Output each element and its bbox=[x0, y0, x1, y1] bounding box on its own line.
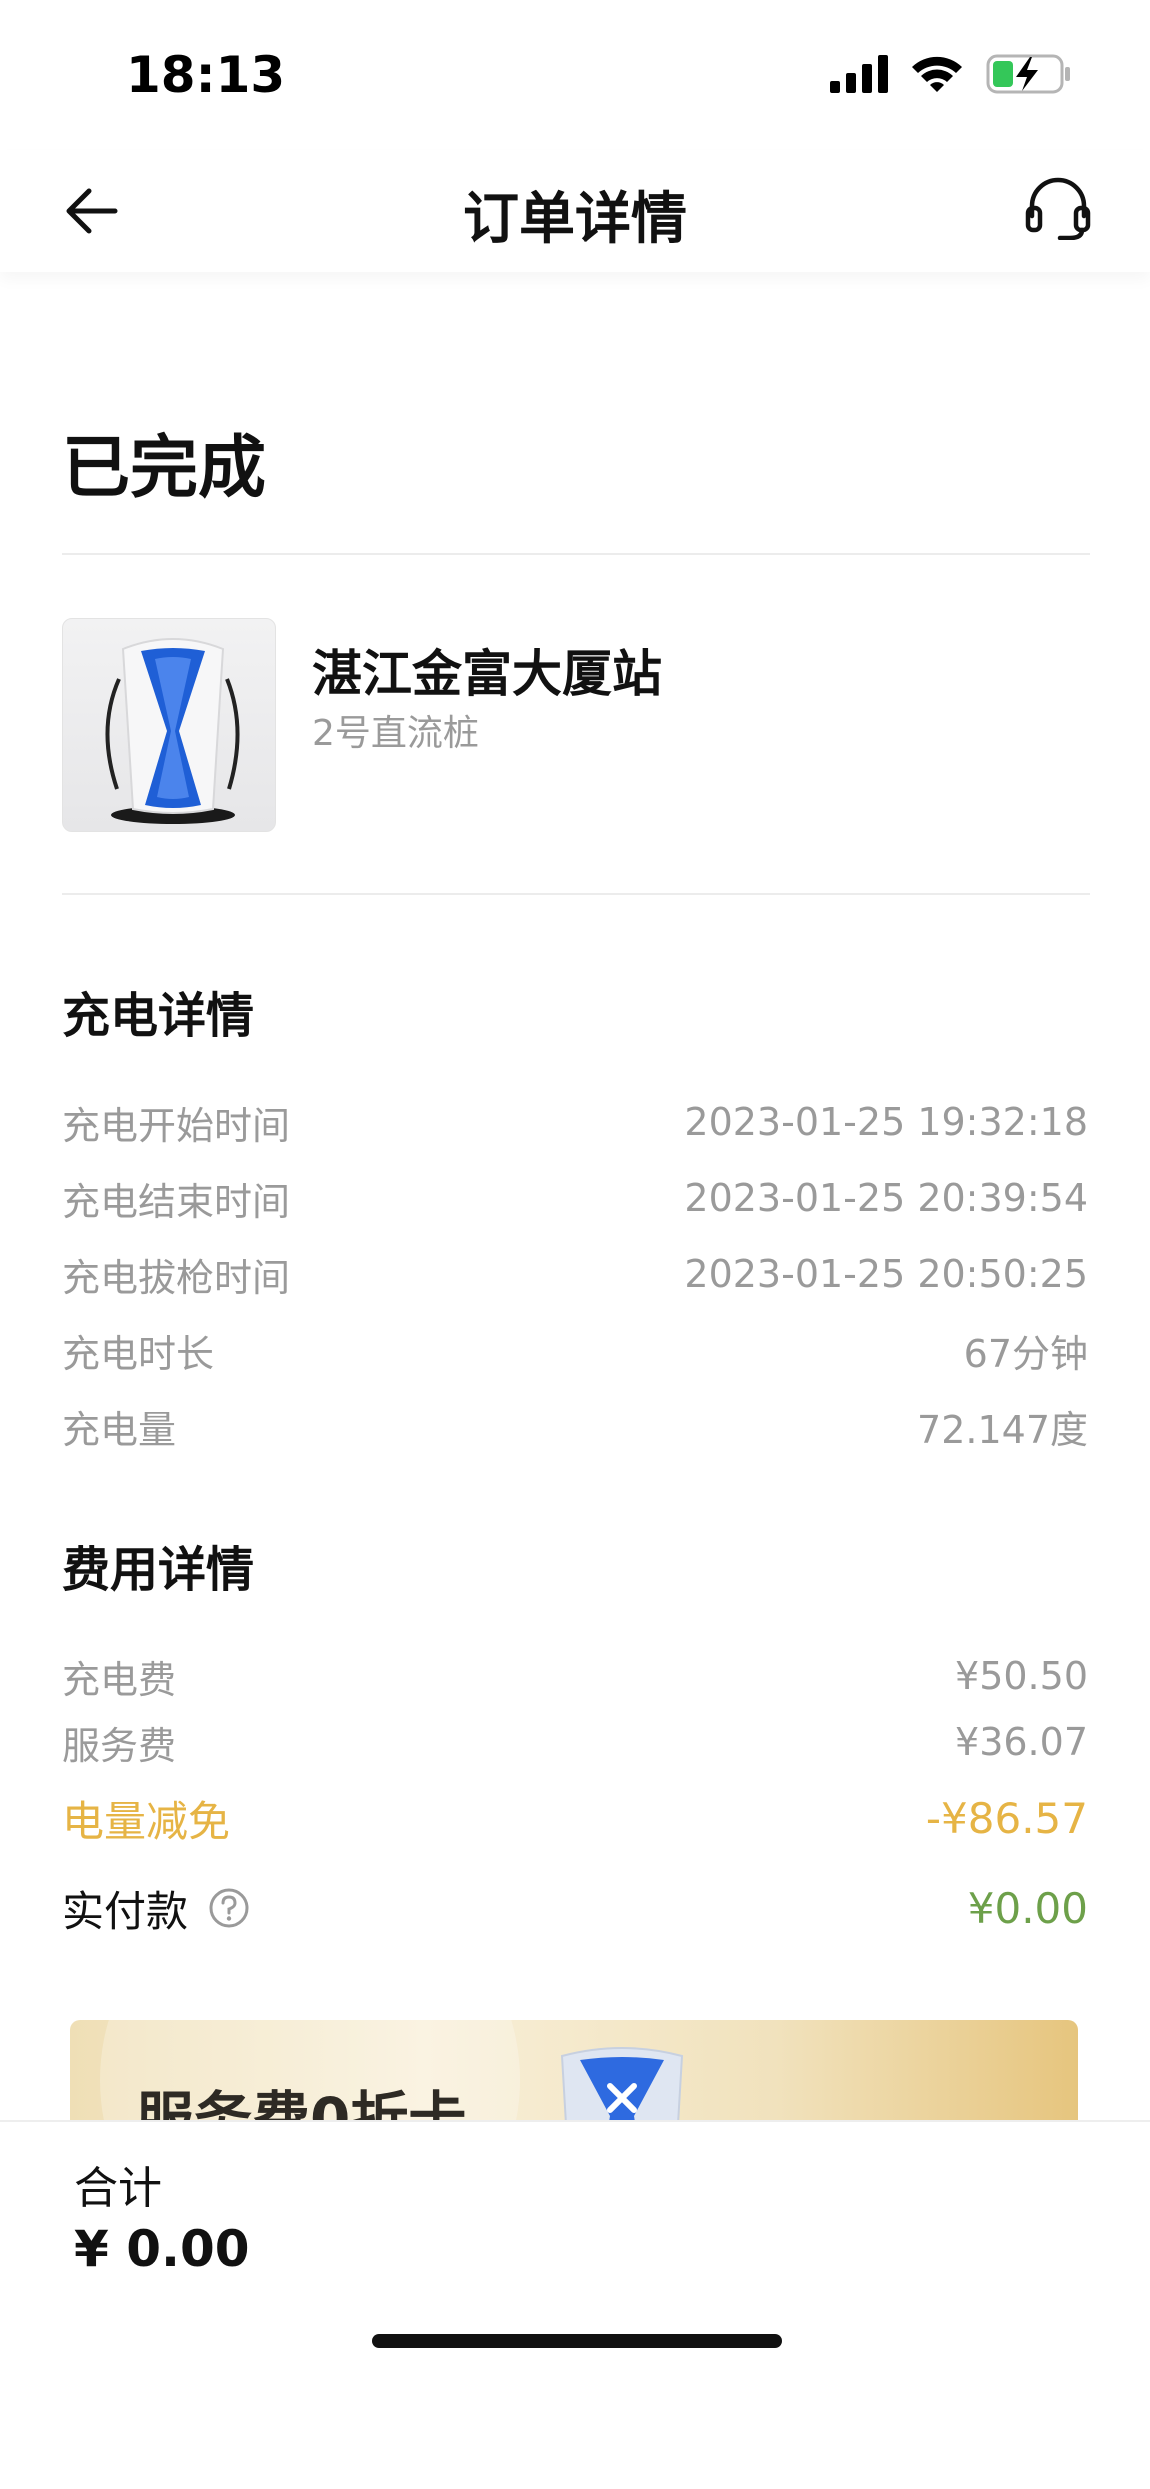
paid-label-group: 实付款 bbox=[62, 1878, 250, 1939]
detail-label: 充电量 bbox=[62, 1407, 177, 1452]
detail-label: 充电拔枪时间 bbox=[62, 1255, 291, 1300]
detail-label: 充电时长 bbox=[62, 1331, 215, 1376]
order-status: 已完成 bbox=[62, 429, 267, 508]
fee-row-discount: 电量减免 -¥86.57 bbox=[62, 1790, 1088, 1846]
charger-image bbox=[62, 618, 276, 832]
customer-service-button[interactable] bbox=[1022, 172, 1094, 244]
order-detail-page: 18:13 订单详情 已完成 湛江金富大厦站 2号直流桩 充电详情 充电开始时间… bbox=[0, 0, 1150, 2489]
detail-value: 2023-01-25 19:32:18 bbox=[684, 1100, 1088, 1144]
fee-label: 充电费 bbox=[62, 1657, 177, 1702]
divider bbox=[62, 553, 1090, 555]
detail-row-start-time: 充电开始时间 2023-01-25 19:32:18 bbox=[62, 1094, 1088, 1150]
charging-details-title: 充电详情 bbox=[62, 988, 255, 1044]
status-time: 18:13 bbox=[126, 46, 286, 104]
detail-value: 67分钟 bbox=[963, 1331, 1088, 1376]
detail-row-end-time: 充电结束时间 2023-01-25 20:39:54 bbox=[62, 1170, 1088, 1226]
charging-pile-label: 2号直流桩 bbox=[312, 713, 479, 754]
wifi-icon bbox=[912, 56, 962, 92]
discount-value: -¥86.57 bbox=[925, 1793, 1088, 1843]
detail-row-energy: 充电量 72.147度 bbox=[62, 1398, 1088, 1454]
detail-label: 充电开始时间 bbox=[62, 1103, 291, 1148]
discount-label: 电量减免 bbox=[62, 1796, 231, 1846]
navigation-bar: 订单详情 bbox=[0, 150, 1150, 272]
station-name: 湛江金富大厦站 bbox=[312, 645, 662, 703]
fee-row-paid: 实付款 ¥0.00 bbox=[62, 1880, 1088, 1936]
detail-value: 2023-01-25 20:39:54 bbox=[684, 1176, 1088, 1220]
detail-value: 2023-01-25 20:50:25 bbox=[684, 1252, 1088, 1296]
page-title: 订单详情 bbox=[463, 187, 687, 252]
fee-row-charging: 充电费 ¥50.50 bbox=[62, 1648, 1088, 1704]
status-bar: 18:13 bbox=[0, 0, 1150, 150]
fee-details-title: 费用详情 bbox=[62, 1542, 255, 1598]
detail-value: 72.147度 bbox=[917, 1407, 1088, 1452]
cellular-signal-icon bbox=[830, 55, 888, 93]
fee-value: ¥36.07 bbox=[955, 1720, 1088, 1764]
fee-row-service: 服务费 ¥36.07 bbox=[62, 1714, 1088, 1770]
fee-value: ¥50.50 bbox=[955, 1654, 1088, 1698]
home-indicator[interactable] bbox=[372, 2334, 782, 2348]
detail-row-unplug-time: 充电拔枪时间 2023-01-25 20:50:25 bbox=[62, 1246, 1088, 1302]
question-help-icon[interactable] bbox=[208, 1887, 250, 1929]
detail-label: 充电结束时间 bbox=[62, 1179, 291, 1224]
paid-value: ¥0.00 bbox=[967, 1883, 1088, 1933]
footer-total-bar: 合计 ¥ 0.00 bbox=[0, 2120, 1150, 2489]
status-icons bbox=[830, 52, 1072, 96]
divider bbox=[62, 893, 1090, 895]
charger-illustration bbox=[105, 638, 240, 824]
fee-label: 服务费 bbox=[62, 1723, 177, 1768]
detail-row-duration: 充电时长 67分钟 bbox=[62, 1322, 1088, 1378]
headset-icon bbox=[1025, 177, 1091, 240]
total-value: ¥ 0.00 bbox=[74, 2220, 250, 2278]
paid-label: 实付款 bbox=[62, 1886, 189, 1936]
battery-charging-icon bbox=[986, 54, 1070, 94]
total-label: 合计 bbox=[74, 2163, 162, 2214]
